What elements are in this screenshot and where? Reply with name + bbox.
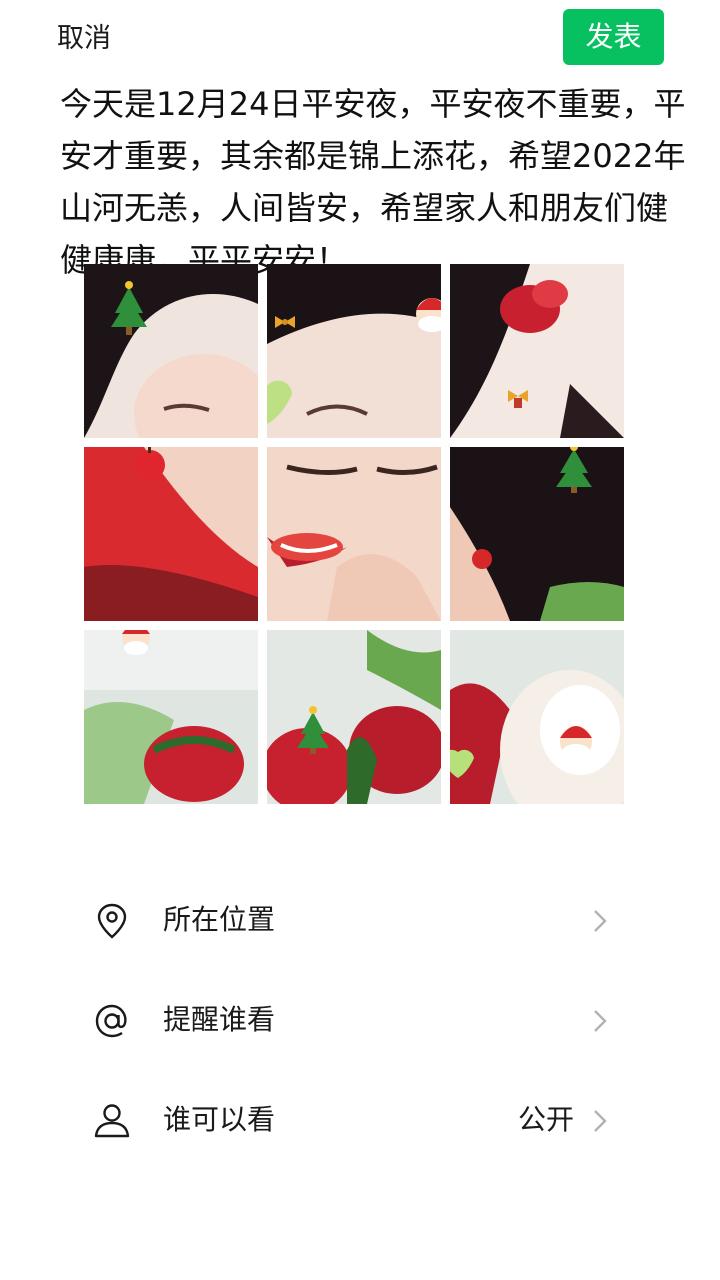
photo-tile-7[interactable] xyxy=(84,630,258,804)
top-bar: 取消 发表 xyxy=(0,0,720,80)
visibility-row[interactable]: 谁可以看 公开 xyxy=(0,1068,720,1168)
photo-tile-8[interactable] xyxy=(267,630,441,804)
location-pin-icon xyxy=(97,903,127,939)
cancel-button[interactable]: 取消 xyxy=(57,20,111,58)
location-label: 所在位置 xyxy=(163,903,276,936)
visibility-label: 谁可以看 xyxy=(163,1103,276,1136)
photo-tile-3[interactable] xyxy=(450,264,624,438)
mention-label: 提醒谁看 xyxy=(163,1003,276,1036)
visibility-value: 公开 xyxy=(517,1103,574,1136)
mention-row[interactable]: 提醒谁看 xyxy=(0,968,720,1068)
photo-tile-5[interactable] xyxy=(267,447,441,621)
photo-tile-9[interactable] xyxy=(450,630,624,804)
photo-tile-6[interactable] xyxy=(450,447,624,621)
person-icon xyxy=(94,1104,130,1138)
photo-tile-1[interactable] xyxy=(84,264,258,438)
chevron-right-icon xyxy=(594,910,607,932)
chevron-right-icon xyxy=(594,1010,607,1032)
post-text-input[interactable]: 今天是12月24日平安夜，平安夜不重要，平安才重要，其余都是锦上添花，希望202… xyxy=(60,78,690,286)
location-row[interactable]: 所在位置 xyxy=(0,868,720,968)
at-sign-icon xyxy=(95,1004,127,1038)
photo-grid xyxy=(84,264,624,804)
photo-tile-4[interactable] xyxy=(84,447,258,621)
publish-button[interactable]: 发表 xyxy=(563,9,664,65)
chevron-right-icon xyxy=(594,1110,607,1132)
photo-tile-2[interactable] xyxy=(267,264,441,438)
